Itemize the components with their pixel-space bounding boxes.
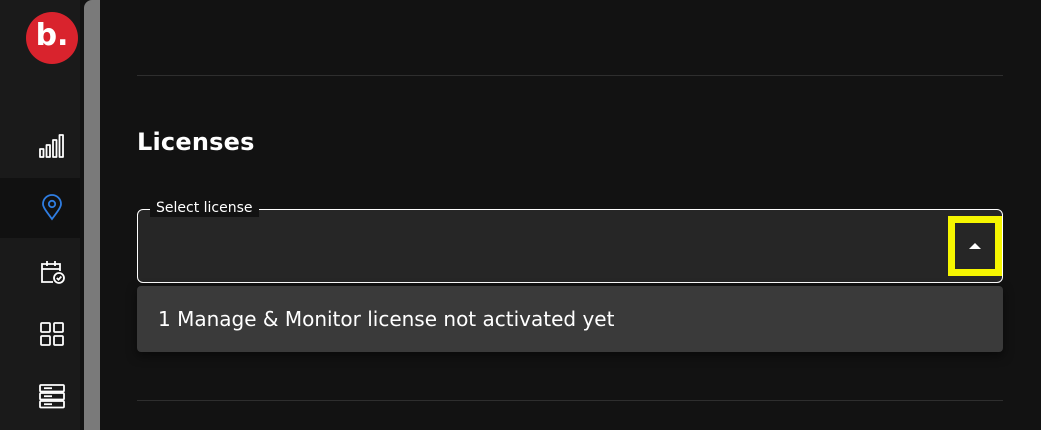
main-content: Licenses Select license 1 Manage & Monit… <box>100 0 1041 430</box>
calendar-check-icon <box>41 261 65 284</box>
sidebar-scrollbar[interactable] <box>84 0 100 430</box>
grid-icon <box>40 322 64 346</box>
sidebar-item-locations[interactable] <box>0 178 80 238</box>
license-dropdown-menu: 1 Manage & Monitor license not activated… <box>137 286 1003 352</box>
sidebar: b. <box>0 0 80 430</box>
license-select-label: Select license <box>150 199 259 217</box>
sidebar-item-schedule[interactable] <box>0 242 80 302</box>
license-select[interactable]: Select license <box>137 199 1003 283</box>
sidebar-item-servers[interactable] <box>0 366 80 426</box>
location-pin-icon <box>42 194 62 221</box>
sidebar-item-dashboard[interactable] <box>0 304 80 364</box>
bar-chart-icon <box>39 134 64 158</box>
section-divider-bottom <box>137 400 1003 401</box>
dropdown-toggle-button[interactable] <box>948 216 1002 276</box>
section-divider-top <box>137 75 1003 76</box>
server-icon <box>39 384 65 409</box>
brand-logo[interactable]: b. <box>26 12 78 64</box>
sidebar-item-analytics[interactable] <box>0 116 80 176</box>
caret-up-icon <box>969 243 981 249</box>
license-option[interactable]: 1 Manage & Monitor license not activated… <box>158 286 614 352</box>
licenses-title: Licenses <box>137 128 255 156</box>
